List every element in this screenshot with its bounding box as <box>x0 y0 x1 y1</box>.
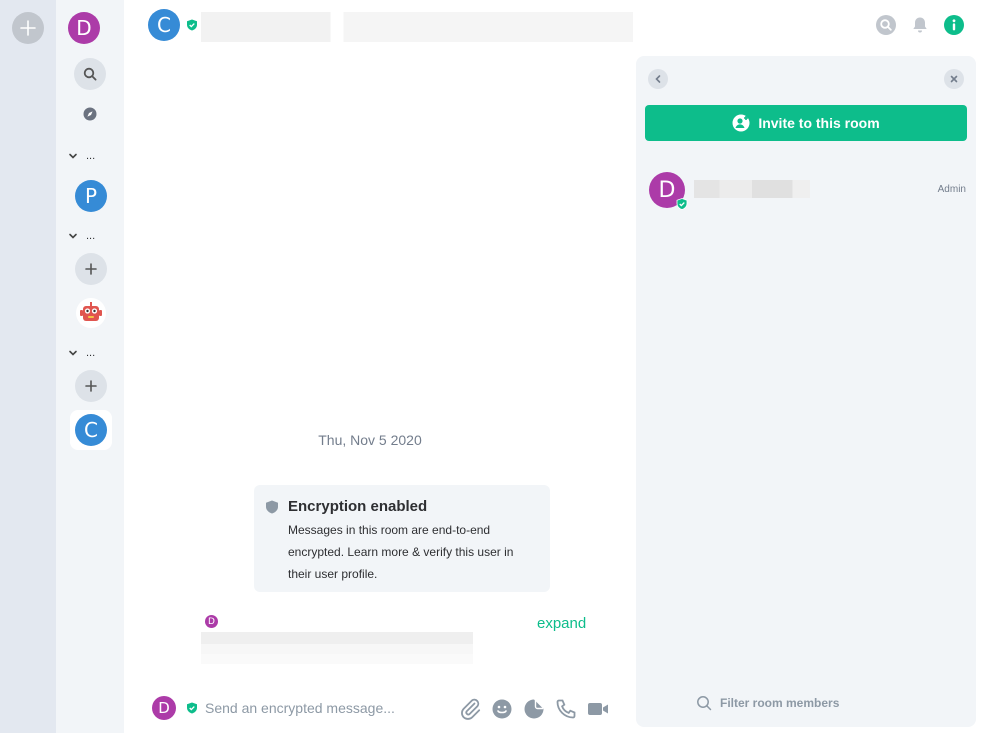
paperclip-icon[interactable] <box>458 697 482 721</box>
search-icon <box>697 696 712 711</box>
verified-shield-icon <box>676 198 688 210</box>
chevron-down-icon <box>69 153 77 159</box>
message-composer-input[interactable] <box>205 698 445 718</box>
section-header-1[interactable]: ... <box>68 150 95 162</box>
phone-icon[interactable] <box>554 697 578 721</box>
filter-members <box>696 692 936 714</box>
shield-icon <box>266 500 278 514</box>
emoji-icon[interactable] <box>490 697 514 721</box>
room-avatar-c[interactable]: C <box>75 414 107 446</box>
room-info-panel: Invite to this room D Admin <box>636 56 976 727</box>
room-header: C <box>124 0 981 50</box>
chevron-down-icon <box>69 233 77 239</box>
member-name-redacted <box>694 180 810 198</box>
filter-members-input[interactable] <box>720 696 920 710</box>
section-header-2[interactable]: ... <box>68 230 95 242</box>
explore-rooms-button[interactable] <box>74 98 106 130</box>
compass-icon <box>83 107 97 121</box>
invite-to-room-button[interactable]: Invite to this room <box>645 105 967 141</box>
add-user-icon <box>732 114 750 132</box>
search-icon <box>83 67 97 81</box>
video-icon[interactable] <box>586 697 610 721</box>
back-button[interactable] <box>648 69 668 89</box>
date-separator: Thu, Nov 5 2020 <box>318 432 422 448</box>
room-name[interactable] <box>201 12 633 42</box>
close-panel-button[interactable] <box>944 69 964 89</box>
encryption-notice: Encryption enabled Messages in this room… <box>254 485 550 592</box>
chevron-left-icon <box>655 75 661 83</box>
section-label: ... <box>86 230 96 242</box>
plus-icon <box>85 263 97 275</box>
info-icon[interactable] <box>944 15 964 35</box>
plus-icon <box>20 20 36 36</box>
expand-button[interactable]: expand <box>537 615 586 632</box>
encryption-body: Messages in this room are end-to-end enc… <box>288 523 514 581</box>
section-label: ... <box>86 347 96 359</box>
space-rail <box>0 0 56 733</box>
room-rail: D ... P ... ... C <box>56 0 124 733</box>
robot-room-avatar[interactable] <box>75 297 107 329</box>
member-list-item[interactable]: D Admin <box>648 171 968 211</box>
search-icon[interactable] <box>876 15 896 35</box>
chevron-down-icon <box>69 350 77 356</box>
verified-shield-icon <box>187 19 197 31</box>
bell-icon[interactable] <box>910 15 930 35</box>
sticker-icon[interactable] <box>522 697 546 721</box>
section-header-3[interactable]: ... <box>68 347 95 359</box>
robot-icon <box>76 298 106 328</box>
room-avatar-p[interactable]: P <box>75 180 107 212</box>
encryption-title: Encryption enabled <box>288 498 428 515</box>
user-avatar[interactable]: D <box>68 12 100 44</box>
search-rooms-button[interactable] <box>74 58 106 90</box>
verified-shield-icon <box>187 702 197 714</box>
add-room-button[interactable] <box>75 370 107 402</box>
room-avatar[interactable]: C <box>148 9 180 41</box>
plus-icon <box>85 380 97 392</box>
section-label: ... <box>86 150 96 162</box>
sender-avatar[interactable]: D <box>205 615 218 628</box>
close-icon <box>950 75 958 83</box>
message-body-redacted <box>201 632 473 664</box>
composer-avatar[interactable]: D <box>152 696 176 720</box>
create-space-button[interactable] <box>12 12 44 44</box>
member-power-level: Admin <box>937 184 966 195</box>
invite-label: Invite to this room <box>758 115 880 131</box>
add-room-button[interactable] <box>75 253 107 285</box>
